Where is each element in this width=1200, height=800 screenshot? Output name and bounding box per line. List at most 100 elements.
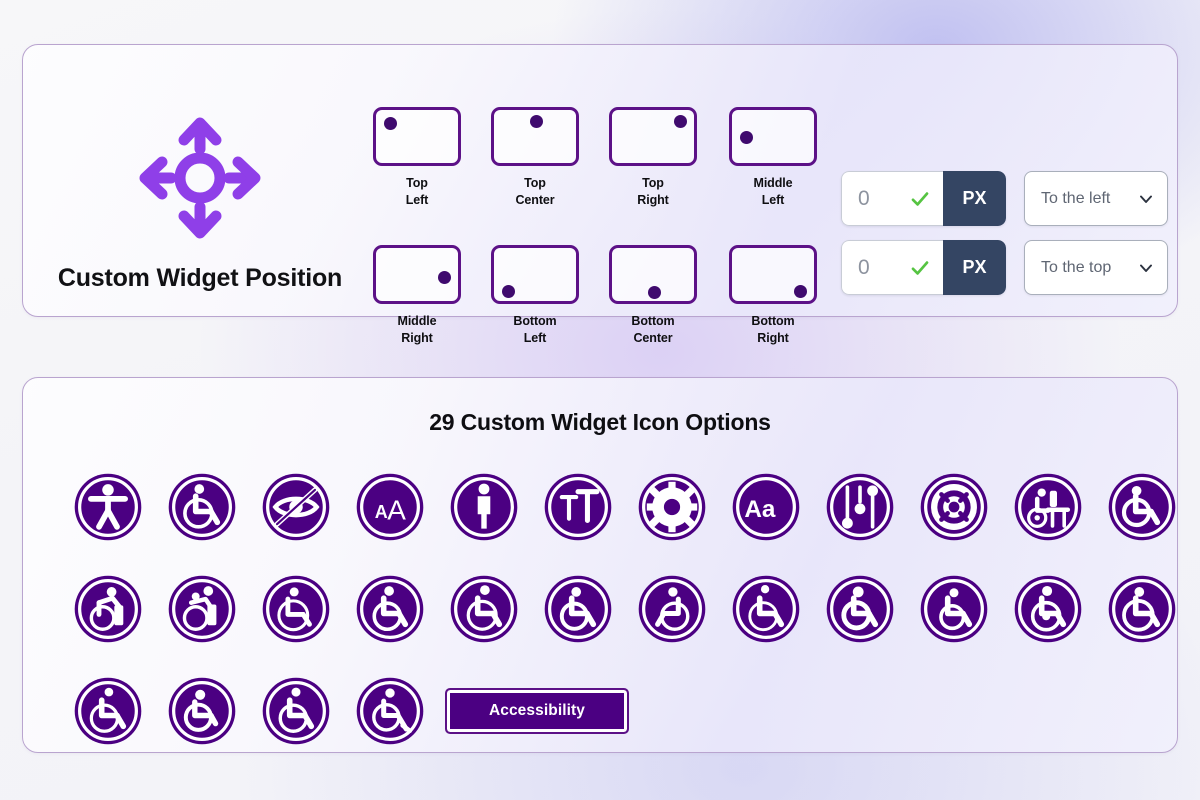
position-dot-icon — [740, 131, 754, 145]
icon-option-slot[interactable] — [437, 471, 531, 543]
direction-select[interactable]: To the top — [1024, 240, 1168, 295]
position-preview-box — [373, 245, 461, 304]
direction-select[interactable]: To the left — [1024, 171, 1168, 226]
wheelchair-filled-icon — [166, 675, 238, 747]
position-label-line1: Top — [524, 176, 546, 190]
svg-text:A: A — [387, 495, 406, 526]
icon-option-slot[interactable] — [625, 471, 719, 543]
wheelchair-round-icon — [1012, 573, 1084, 645]
position-label-line1: Middle — [397, 314, 437, 328]
wheelchair-left-icon — [636, 573, 708, 645]
icon-option-slot[interactable] — [61, 471, 155, 543]
icon-option-rows: A A Aa Accessibility — [39, 456, 1176, 762]
position-preview-box — [729, 107, 817, 166]
life-ring-icon — [918, 471, 990, 543]
icon-option-slot[interactable] — [907, 573, 1001, 645]
position-label-line2: Left — [405, 192, 429, 207]
position-option-label: Bottom Left — [477, 313, 593, 346]
icon-option-slot[interactable] — [249, 471, 343, 543]
icon-option-slot[interactable] — [249, 675, 343, 747]
wheelchair-small-icon — [918, 573, 990, 645]
position-label-line2: Center — [515, 192, 555, 207]
unit-px-tag: PX — [943, 171, 1006, 226]
text-size-aa-icon: AA — [354, 471, 426, 543]
check-icon — [910, 189, 930, 209]
icon-option-slot[interactable] — [1095, 573, 1189, 645]
four-way-move-icon — [137, 115, 263, 241]
icon-option-slot[interactable] — [531, 471, 625, 543]
position-dot-icon — [438, 270, 452, 284]
accessibility-text-button[interactable]: Accessibility — [445, 688, 629, 734]
wheelchair-thin-icon — [730, 573, 802, 645]
icon-option-slot[interactable] — [719, 573, 813, 645]
position-option-bottom-center[interactable]: Bottom Center — [595, 245, 711, 346]
icon-option-slot[interactable] — [343, 675, 437, 747]
icon-option-slot[interactable] — [813, 471, 907, 543]
wheelchair-bold-icon — [824, 573, 896, 645]
position-label-line2: Right — [401, 330, 433, 345]
position-option-label: Top Left — [359, 175, 475, 208]
eye-slash-icon — [260, 471, 332, 543]
offset-input-group: 0 PX — [841, 171, 1006, 226]
icon-option-slot[interactable] — [437, 573, 531, 645]
position-option-top-right[interactable]: Top Right — [595, 107, 711, 208]
icon-row-2 — [39, 558, 1176, 660]
icon-option-slot[interactable] — [155, 471, 249, 543]
widget-icon-options-card: 29 Custom Widget Icon Options A A Aa Access… — [22, 377, 1178, 753]
position-label-line2: Left — [761, 192, 785, 207]
position-option-bottom-right[interactable]: Bottom Right — [715, 245, 831, 346]
position-dot-icon — [794, 285, 808, 299]
position-option-label: Middle Right — [359, 313, 475, 346]
gear-icon — [636, 471, 708, 543]
position-dot-icon — [384, 116, 398, 130]
offset-value-text: 0 — [858, 256, 870, 279]
icon-option-slot[interactable] — [61, 675, 155, 747]
svg-text:A: A — [375, 502, 388, 522]
wheelchair-circle-icon — [166, 471, 238, 543]
icon-option-slot[interactable] — [249, 573, 343, 645]
offset-value-input[interactable]: 0 — [841, 240, 943, 295]
icon-option-slot[interactable] — [907, 471, 1001, 543]
position-dot-icon — [530, 115, 544, 129]
wheelchair-active-icon — [72, 573, 144, 645]
icon-option-slot[interactable] — [61, 573, 155, 645]
position-option-label: Bottom Center — [595, 313, 711, 346]
icon-option-slot[interactable] — [1001, 573, 1095, 645]
icon-option-slot[interactable] — [155, 675, 249, 747]
offset-value-input[interactable]: 0 — [841, 171, 943, 226]
icon-options-title: 29 Custom Widget Icon Options — [429, 409, 771, 435]
position-label-line1: Top — [406, 176, 428, 190]
icon-row-1: A A Aa — [39, 456, 1176, 558]
position-label-line1: Top — [642, 176, 664, 190]
icon-option-slot[interactable] — [343, 573, 437, 645]
position-dot-icon — [648, 286, 662, 300]
icon-option-slot[interactable]: Aa — [719, 471, 813, 543]
position-preview-box — [729, 245, 817, 304]
icon-option-slot[interactable] — [1001, 471, 1095, 543]
position-option-middle-left[interactable]: Middle Left — [715, 107, 831, 208]
page-title-line2: Position — [245, 264, 343, 292]
direction-select-value: To the top — [1041, 258, 1112, 276]
position-label-line1: Bottom — [631, 314, 675, 328]
offset-value-text: 0 — [858, 187, 870, 210]
sliders-icon — [824, 471, 896, 543]
icon-option-slot[interactable] — [813, 573, 907, 645]
position-preview-box — [609, 107, 697, 166]
icon-option-slot[interactable]: AA — [343, 471, 437, 543]
position-option-top-left[interactable]: Top Left — [359, 107, 475, 208]
icon-option-slot[interactable] — [1095, 471, 1189, 543]
chevron-down-icon — [1138, 191, 1154, 207]
position-option-label: Bottom Right — [715, 313, 831, 346]
wheelchair-line-icon — [72, 675, 144, 747]
icon-row-3: Accessibility — [39, 660, 1161, 762]
position-option-bottom-left[interactable]: Bottom Left — [477, 245, 593, 346]
icon-option-slot[interactable] — [625, 573, 719, 645]
chevron-down-icon — [1138, 260, 1154, 276]
icon-option-slot[interactable] — [155, 573, 249, 645]
position-option-top-center[interactable]: Top Center — [477, 107, 593, 208]
wheelchair-compact-icon — [260, 675, 332, 747]
icon-option-slot[interactable] — [531, 573, 625, 645]
position-option-middle-right[interactable]: Middle Right — [359, 245, 475, 346]
svg-text:Aa: Aa — [744, 496, 776, 523]
accessibility-button-label: Accessibility — [488, 702, 586, 719]
